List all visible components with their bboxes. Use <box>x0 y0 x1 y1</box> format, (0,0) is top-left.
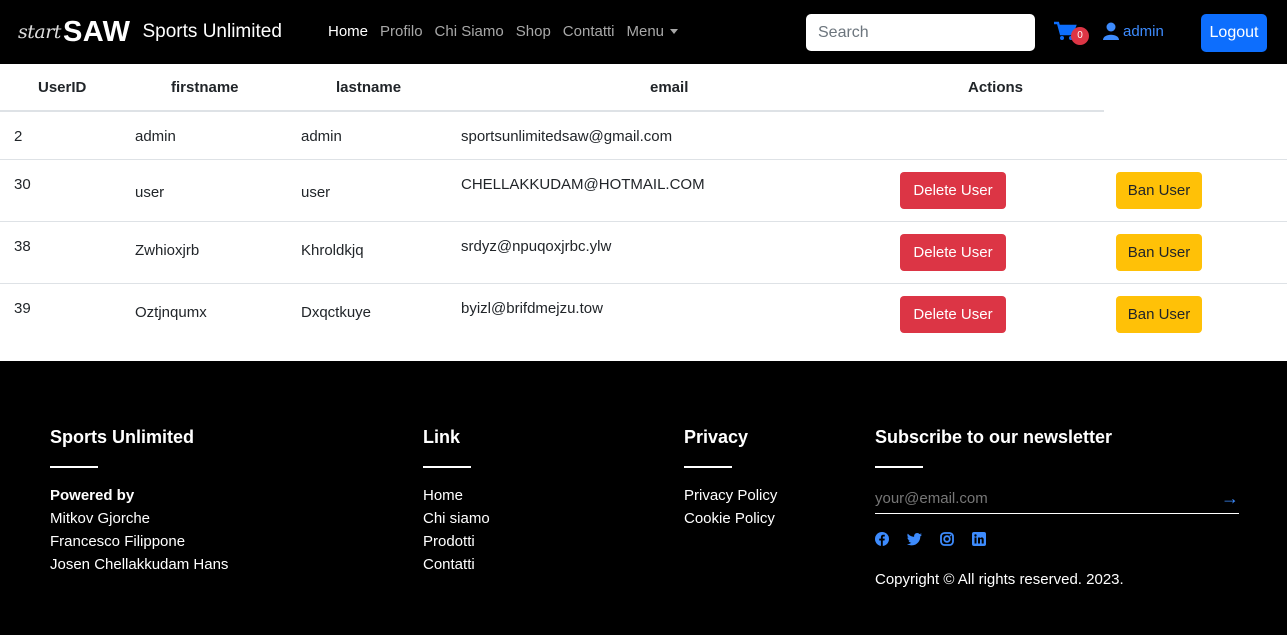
footer: Sports Unlimited Powered by Mitkov Gjorc… <box>0 361 1287 635</box>
twitter-icon[interactable] <box>907 532 922 551</box>
ban-user-button[interactable]: Ban User <box>1116 172 1202 209</box>
cell-email: byizl@brifdmejzu.tow <box>461 300 603 317</box>
user-menu[interactable]: admin <box>1103 22 1164 40</box>
cell-firstname: admin <box>135 128 176 145</box>
cell-lastname: Khroldkjq <box>301 242 364 259</box>
footer-heading: Link <box>423 427 461 447</box>
cart-count-badge: 0 <box>1071 27 1089 45</box>
powered-by-label: Powered by <box>50 487 135 504</box>
nav-home[interactable]: Home <box>328 23 368 40</box>
cell-firstname: Zwhioxjrb <box>135 242 200 259</box>
social-links <box>875 532 1239 551</box>
brand-script: start <box>18 21 61 43</box>
column-header-firstname: firstname <box>171 79 239 96</box>
chevron-down-icon <box>670 29 679 34</box>
footer-col-about: Sports Unlimited Powered by Mitkov Gjorc… <box>50 427 228 576</box>
ban-user-button[interactable]: Ban User <box>1116 234 1202 271</box>
cell-lastname: Dxqctkuye <box>301 304 372 321</box>
cell-userid: 2 <box>14 128 23 145</box>
footer-link-home[interactable]: Home <box>423 484 490 507</box>
footer-divider <box>684 466 732 468</box>
copyright-text: Copyright © All rights reserved. 2023. <box>875 571 1124 588</box>
nav-menu-label: Menu <box>626 23 665 40</box>
cell-email: srdyz@npuqoxjrbc.ylw <box>461 238 612 255</box>
users-table: UserID firstname lastname email Actions … <box>0 64 1287 346</box>
footer-col-newsletter: Subscribe to our newsletter → Copyright … <box>875 427 1239 588</box>
table-row: 39 Oztjnqumx Dxqctkuye byizl@brifdmejzu.… <box>0 284 1287 346</box>
search-input[interactable] <box>806 14 1035 51</box>
column-header-email: email <box>650 79 689 96</box>
cell-email: sportsunlimitedsaw@gmail.com <box>461 128 673 145</box>
cell-userid: 38 <box>14 238 31 255</box>
cell-userid: 30 <box>14 176 31 193</box>
column-header-userid: UserID <box>38 79 87 96</box>
delete-user-button[interactable]: Delete User <box>900 172 1006 209</box>
table-header: UserID firstname lastname email Actions <box>0 64 1104 112</box>
footer-col-links: Link Home Chi siamo Prodotti Contatti <box>423 427 490 576</box>
footer-heading: Privacy <box>684 427 749 447</box>
facebook-icon[interactable] <box>875 532 889 551</box>
arrow-right-icon[interactable]: → <box>1221 488 1239 509</box>
logout-button[interactable]: Logout <box>1201 14 1267 52</box>
footer-link-prodotti[interactable]: Prodotti <box>423 530 490 553</box>
delete-user-button[interactable]: Delete User <box>900 296 1006 333</box>
footer-divider <box>50 466 98 468</box>
author-name: Josen Chellakkudam Hans <box>50 556 229 573</box>
cell-firstname: Oztjnqumx <box>135 304 207 321</box>
cell-email: CHELLAKKUDAM@HOTMAIL.COM <box>461 176 705 193</box>
footer-divider <box>875 466 923 468</box>
brand-logo[interactable]: start SAW Sports Unlimited <box>18 10 282 54</box>
footer-link-privacy-policy[interactable]: Privacy Policy <box>684 484 777 507</box>
cell-lastname: admin <box>301 128 342 145</box>
brand-saw: SAW <box>62 15 131 48</box>
newsletter-email-input[interactable] <box>875 484 1239 514</box>
footer-link-chi-siamo[interactable]: Chi siamo <box>423 507 490 530</box>
user-label: admin <box>1123 22 1164 40</box>
author-name: Mitkov Gjorche <box>50 510 151 527</box>
main-nav: Home Profilo Chi Siamo Shop Contatti Men… <box>328 23 679 40</box>
footer-heading: Sports Unlimited <box>50 427 195 447</box>
column-header-lastname: lastname <box>336 79 402 96</box>
table-row: 30 user user CHELLAKKUDAM@HOTMAIL.COM De… <box>0 160 1287 222</box>
footer-divider <box>423 466 471 468</box>
nav-menu-dropdown[interactable]: Menu <box>627 23 679 40</box>
author-name: Francesco Filippone <box>50 533 186 550</box>
ban-user-button[interactable]: Ban User <box>1116 296 1202 333</box>
cell-userid: 39 <box>14 300 31 317</box>
column-header-actions: Actions <box>968 79 1024 96</box>
navbar: start SAW Sports Unlimited Home Profilo … <box>0 0 1287 64</box>
delete-user-button[interactable]: Delete User <box>900 234 1006 271</box>
footer-col-privacy: Privacy Privacy Policy Cookie Policy <box>684 427 777 530</box>
instagram-icon[interactable] <box>940 532 954 551</box>
footer-link-cookie-policy[interactable]: Cookie Policy <box>684 507 777 530</box>
user-icon <box>1103 22 1119 40</box>
footer-link-contatti[interactable]: Contatti <box>423 553 490 576</box>
newsletter-form: → <box>875 484 1239 514</box>
linkedin-icon[interactable] <box>972 532 986 551</box>
nav-contatti[interactable]: Contatti <box>563 23 615 40</box>
table-row: 2 admin admin sportsunlimitedsaw@gmail.c… <box>0 112 1287 160</box>
footer-heading: Subscribe to our newsletter <box>875 427 1113 447</box>
cell-firstname: user <box>135 184 165 201</box>
brand-name: Sports Unlimited <box>142 21 282 42</box>
table-row: 38 Zwhioxjrb Khroldkjq srdyz@npuqoxjrbc.… <box>0 222 1287 284</box>
nav-shop[interactable]: Shop <box>516 23 551 40</box>
nav-chi-siamo[interactable]: Chi Siamo <box>435 23 504 40</box>
nav-profilo[interactable]: Profilo <box>380 23 423 40</box>
cell-lastname: user <box>301 184 331 201</box>
